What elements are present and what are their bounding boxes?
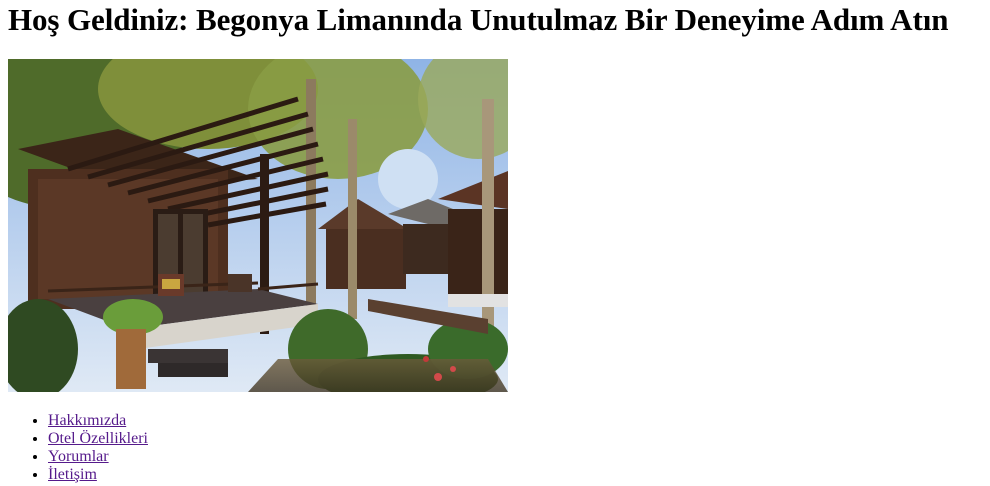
nav-list: Hakkımızda Otel Özellikleri Yorumlar İle…: [8, 412, 148, 484]
nav-link-otel-ozellikleri[interactable]: Otel Özellikleri: [48, 430, 148, 447]
nav-item-otel-ozellikleri: Otel Özellikleri: [48, 430, 148, 448]
hero-image: [8, 59, 508, 392]
page-title: Hoş Geldiniz: Begonya Limanında Unutulma…: [8, 2, 949, 37]
nav-link-hakkimizda[interactable]: Hakkımızda: [48, 412, 126, 429]
nav-link-iletisim[interactable]: İletişim: [48, 466, 97, 483]
nav-item-iletisim: İletişim: [48, 466, 148, 484]
nav-item-yorumlar: Yorumlar: [48, 448, 148, 466]
nav-link-yorumlar[interactable]: Yorumlar: [48, 448, 109, 465]
resort-bungalow-illustration: [8, 59, 508, 392]
nav-item-hakkimizda: Hakkımızda: [48, 412, 148, 430]
